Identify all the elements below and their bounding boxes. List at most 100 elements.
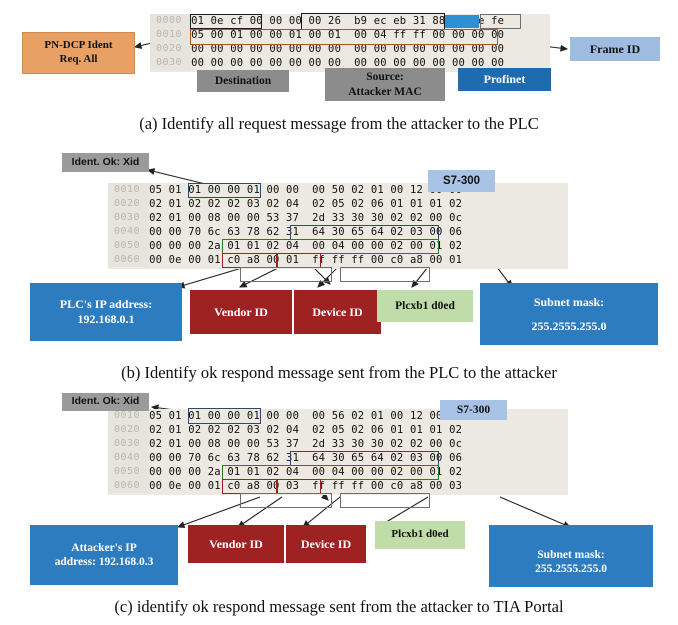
callout-line-1: Source: [366,71,404,84]
plc-ip-box [240,267,332,282]
hex-offset: 0000 [150,14,192,28]
hex-offset: 0040 [108,225,150,239]
hex-row: 0020 02 01 02 02 02 03 02 04 02 05 02 06… [108,423,568,437]
hex-bytes: 02 01 02 02 02 03 02 04 02 05 02 06 01 0… [149,198,463,210]
callout-destination: Destination [197,70,289,92]
hex-bytes: 00 00 00 2a 01 01 02 04 00 04 00 00 02 0… [149,240,463,252]
callout-s7-300: S7-300 [428,170,495,192]
callout-vendor-id: Vendor ID [188,525,284,563]
callout-s7-300: S7-300 [440,400,507,420]
callout-text: Vendor ID [209,536,263,551]
hex-bytes: 00 00 70 6c 63 78 62 31 64 30 65 64 02 0… [149,226,463,238]
hex-offset: 0020 [108,423,150,437]
callout-attacker-ip-address: Attacker's IP address: 192.168.0.3 [30,525,178,585]
panel-c: 0010 05 01 01 00 00 01 00 00 00 56 02 01… [0,393,678,597]
callout-ident-ok-xid: Ident. Ok: Xid [62,153,149,172]
hex-offset: 0050 [108,465,150,479]
callout-text: Profinet [483,72,526,86]
caption-panel-a: (a) Identify all request message from th… [139,114,539,133]
callout-line-2: 255.2555.255.0 [531,318,607,333]
callout-profinet: Profinet [458,68,551,91]
hex-bytes: 05 00 01 00 00 01 00 01 00 04 ff ff 00 0… [191,29,505,41]
hex-offset: 0010 [108,183,150,197]
callout-subnet-mask: Subnet mask: 255.2555.255.0 [489,525,653,587]
callout-line-1: PLC's IP address: [59,297,153,311]
panel-a: 0000 01 0e cf 00 00 00 00 26 b9 ec eb 31… [0,0,678,105]
callout-device-id: Device ID [286,525,366,563]
hex-offset: 0060 [108,253,150,267]
hex-row: 0060 00 0e 00 01 c0 a8 00 03 ff ff ff 00… [108,479,568,493]
caption-panel-b: (b) Identify ok respond message sent fro… [121,363,557,382]
hex-offset: 0020 [150,42,192,56]
callout-text: Plcxb1 d0ed [395,299,455,312]
callout-text: S7-300 [456,403,491,416]
hex-row: 0010 05 00 01 00 00 01 00 01 00 04 ff ff… [150,28,550,42]
hex-bytes: 00 00 00 00 00 00 00 00 00 00 00 00 00 0… [191,43,505,55]
hex-row: 0030 02 01 00 08 00 00 53 37 2d 33 30 30… [108,211,568,225]
callout-text: Device ID [300,536,352,551]
callout-line-2: 192.168.0.1 [77,312,135,326]
subnet-mask-box [340,493,430,508]
hex-offset: 0010 [108,409,150,423]
hex-row: 0020 02 01 02 02 02 03 02 04 02 05 02 06… [108,197,568,211]
callout-text: Vendor ID [214,304,268,319]
callout-text: Plcxb1 d0ed [391,528,449,541]
callout-text: Ident. Ok: Xid [71,155,140,168]
hex-row: 0040 00 00 70 6c 63 78 62 31 64 30 65 64… [108,225,568,239]
hex-row: 0000 01 0e cf 00 00 00 00 26 b9 ec eb 31… [150,14,550,28]
callout-text: Frame ID [589,41,641,56]
callout-source-attacker-mac: Source: Attacker MAC [325,68,445,101]
callout-text: S7-300 [442,174,481,187]
hex-offset: 0030 [150,56,192,70]
hex-offset: 0030 [108,437,150,451]
hex-row: 0020 00 00 00 00 00 00 00 00 00 00 00 00… [150,42,550,56]
callout-line-2: address: 192.168.0.3 [54,556,154,568]
hex-offset: 0020 [108,197,150,211]
hex-row: 0050 00 00 00 2a 01 01 02 04 00 04 00 00… [108,239,568,253]
callout-line-1: Subnet mask: [537,548,605,561]
callout-frame-id: Frame ID [570,37,660,61]
hex-bytes: 01 0e cf 00 00 00 00 26 b9 ec eb 31 88 9… [191,15,505,27]
callout-line-1: Attacker's IP [71,541,137,554]
callout-subnet-mask: Subnet mask: 255.2555.255.0 [480,283,658,345]
hex-bytes: 02 01 02 02 02 03 02 04 02 05 02 06 01 0… [149,424,463,436]
hex-offset: 0010 [150,28,192,42]
callout-plc-ip-address: PLC's IP address: 192.168.0.1 [30,283,182,341]
hexdump-b: 0010 05 01 01 00 00 01 00 00 00 50 02 01… [108,183,568,269]
callout-line-2: Attacker MAC [348,85,422,98]
callout-line-1: PN-DCP Ident [44,39,113,52]
hex-row: 0010 05 01 01 00 00 01 00 00 00 50 02 01… [108,183,568,197]
callout-pn-dcp-ident-req: PN-DCP Ident Req. All [22,32,135,74]
hex-row: 0030 02 01 00 08 00 00 53 37 2d 33 30 30… [108,437,568,451]
callout-line-1: Subnet mask: [533,294,605,309]
hex-bytes: 05 01 01 00 00 01 00 00 00 56 02 01 00 1… [149,410,463,422]
hexdump-c: 0010 05 01 01 00 00 01 00 00 00 56 02 01… [108,409,568,495]
hex-offset: 0060 [108,479,150,493]
attacker-ip-box [240,493,332,508]
hex-offset: 0050 [108,239,150,253]
callout-text: Ident. Ok: Xid [71,395,140,408]
hex-bytes: 02 01 00 08 00 00 53 37 2d 33 30 30 02 0… [149,438,463,450]
hex-bytes: 00 0e 00 01 c0 a8 00 03 ff ff ff 00 c0 a… [149,480,463,492]
hex-bytes: 05 01 01 00 00 01 00 00 00 50 02 01 00 1… [149,184,463,196]
callout-plcxb1-d0ed: Plcxb1 d0ed [377,290,473,322]
hex-row: 0040 00 00 70 6c 63 78 62 31 64 30 65 64… [108,451,568,465]
callout-line-2: 255.2555.255.0 [535,563,607,575]
callout-text: Destination [214,74,272,87]
panel-b: 0010 05 01 01 00 00 01 00 00 00 50 02 01… [0,150,678,355]
hex-offset: 0040 [108,451,150,465]
hex-row: 0060 00 0e 00 01 c0 a8 00 01 ff ff ff 00… [108,253,568,267]
callout-plcxb1-d0ed: Plcxb1 d0ed [375,521,465,549]
hex-bytes: 02 01 00 08 00 00 53 37 2d 33 30 30 02 0… [149,212,463,224]
callout-ident-ok-xid: Ident. Ok: Xid [62,393,149,411]
callout-text: Device ID [312,304,363,319]
hex-bytes: 00 0e 00 01 c0 a8 00 01 ff ff ff 00 c0 a… [149,254,463,266]
caption-panel-c: (c) identify ok respond message sent fro… [114,597,564,616]
callout-vendor-id: Vendor ID [190,290,292,334]
hexdump-a: 0000 01 0e cf 00 00 00 00 26 b9 ec eb 31… [150,14,550,72]
hex-bytes: 00 00 00 2a 01 01 02 04 00 04 00 00 02 0… [149,466,463,478]
subnet-mask-box [340,267,430,282]
hex-row: 0050 00 00 00 2a 01 01 02 04 00 04 00 00… [108,465,568,479]
hex-offset: 0030 [108,211,150,225]
callout-line-2: Req. All [59,53,98,65]
